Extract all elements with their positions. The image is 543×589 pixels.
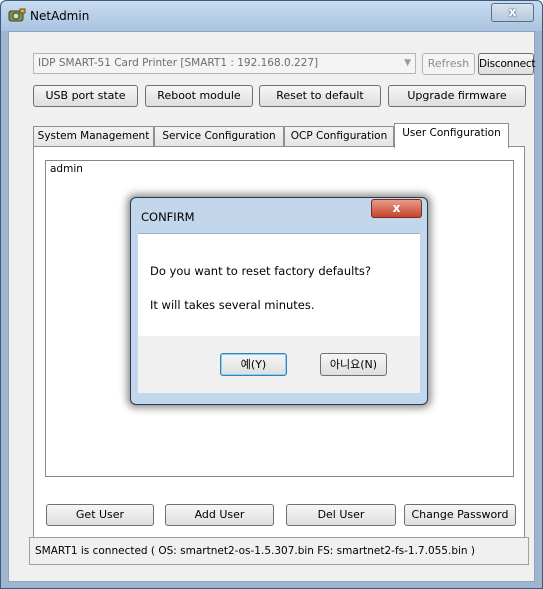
del-user-button[interactable]: Del User	[286, 504, 396, 526]
dialog-submessage: It will takes several minutes.	[150, 298, 315, 312]
yes-button[interactable]: 예(Y)	[220, 353, 287, 376]
app-icon	[8, 8, 26, 24]
disconnect-button[interactable]: Disconnect	[478, 53, 536, 75]
reboot-module-button[interactable]: Reboot module	[145, 85, 253, 107]
chevron-down-icon[interactable]: ▼	[404, 54, 411, 73]
usb-port-state-button[interactable]: USB port state	[33, 85, 138, 107]
dialog-titlebar[interactable]: CONFIRM x	[131, 198, 427, 228]
no-button[interactable]: 아니요(N)	[320, 353, 387, 376]
window-titlebar[interactable]: NetAdmin x	[1, 1, 542, 31]
device-select-value: IDP SMART-51 Card Printer [SMART1 : 192.…	[38, 57, 319, 69]
dialog-title: CONFIRM	[141, 210, 195, 224]
change-password-button[interactable]: Change Password	[404, 504, 516, 526]
dialog-close-button[interactable]: x	[371, 199, 422, 218]
upgrade-firmware-button[interactable]: Upgrade firmware	[388, 85, 526, 107]
tab-system-management[interactable]: System Management	[33, 126, 154, 147]
dialog-footer: 예(Y) 아니요(N)	[138, 336, 420, 393]
refresh-button[interactable]: Refresh	[422, 53, 475, 75]
add-user-button[interactable]: Add User	[165, 504, 274, 526]
get-user-button[interactable]: Get User	[46, 504, 154, 526]
tab-user-configuration[interactable]: User Configuration	[394, 123, 509, 148]
window-close-button[interactable]: x	[491, 3, 534, 22]
dialog-body: Do you want to reset factory defaults? I…	[138, 233, 420, 336]
netadmin-window: NetAdmin x IDP SMART-51 Card Printer [SM…	[0, 0, 543, 589]
reset-to-default-button[interactable]: Reset to default	[259, 85, 381, 107]
dialog-message: Do you want to reset factory defaults?	[150, 264, 371, 278]
status-bar: SMART1 is connected ( OS: smartnet2-os-1…	[29, 537, 529, 565]
list-item[interactable]: admin	[50, 163, 83, 175]
tab-ocp-configuration[interactable]: OCP Configuration	[284, 126, 394, 147]
device-select[interactable]: IDP SMART-51 Card Printer [SMART1 : 192.…	[33, 53, 416, 74]
tab-service-configuration[interactable]: Service Configuration	[154, 126, 284, 147]
confirm-dialog: CONFIRM x Do you want to reset factory d…	[130, 197, 428, 405]
window-title: NetAdmin	[30, 9, 90, 23]
